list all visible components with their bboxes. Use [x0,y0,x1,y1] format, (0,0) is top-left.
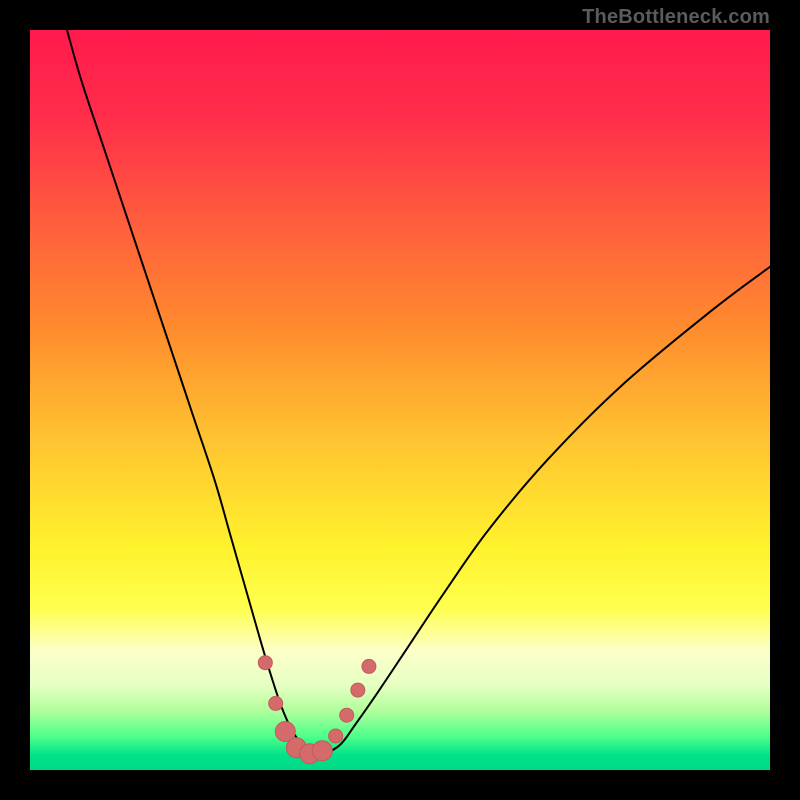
highlighted-points [258,656,376,764]
marker-point [329,729,343,743]
bottleneck-curve [67,30,770,754]
marker-point [340,708,354,722]
marker-point [269,696,283,710]
curve-layer [30,30,770,770]
marker-point [312,741,332,761]
marker-point [351,683,365,697]
chart-frame: TheBottleneck.com [0,0,800,800]
plot-area [30,30,770,770]
marker-point [362,659,376,673]
watermark-text: TheBottleneck.com [582,6,770,29]
marker-point [258,656,272,670]
